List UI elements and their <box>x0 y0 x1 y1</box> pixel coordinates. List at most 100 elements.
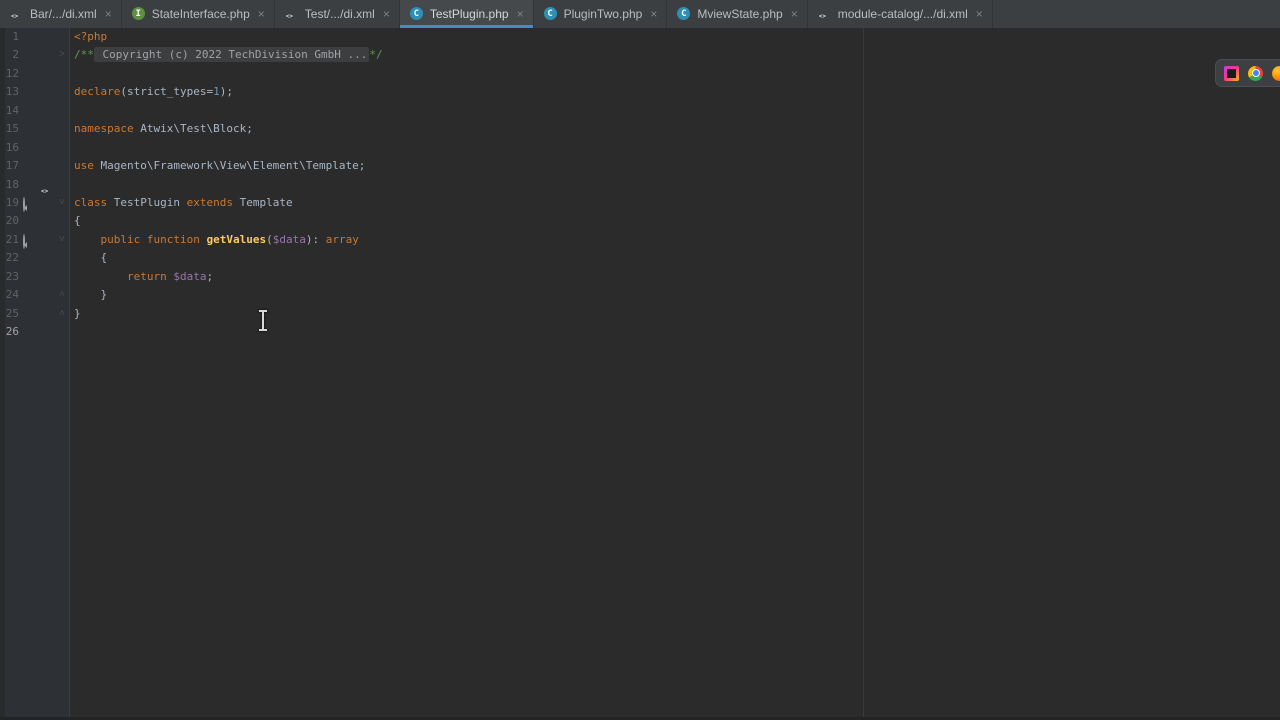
gutter-cell[interactable]: 2˃ <box>0 46 70 64</box>
gutter-cell[interactable]: 23 <box>0 268 70 286</box>
gutter-cell[interactable]: 17 <box>0 157 70 175</box>
gutter-cell[interactable]: 26 <box>0 323 70 341</box>
chrome-icon[interactable] <box>1248 66 1263 81</box>
tab-label: Bar/.../di.xml <box>30 7 97 21</box>
line-number: 13 <box>0 83 19 101</box>
code-line-26[interactable]: 26 <box>0 323 1280 341</box>
code-line-16[interactable]: 16 <box>0 139 1280 157</box>
tab-StateInterface.php[interactable]: I StateInterface.php × <box>122 0 275 28</box>
gutter-cell[interactable]: 1 <box>0 28 70 46</box>
tab-close-icon[interactable]: × <box>383 8 390 20</box>
tab-close-icon[interactable]: × <box>517 8 524 20</box>
code-text: namespace Atwix\Test\Block; <box>70 120 253 138</box>
tab-close-icon[interactable]: × <box>258 8 265 20</box>
gutter-cell[interactable]: 13 <box>0 83 70 101</box>
gutter-cell[interactable]: 18 <box>0 176 70 194</box>
override-marker-icon[interactable] <box>23 233 37 247</box>
tab-close-icon[interactable]: × <box>791 8 798 20</box>
code-line-12[interactable]: 12 <box>0 65 1280 83</box>
tab-module-catalog/.../di.xml[interactable]: module-catalog/.../di.xml× <box>808 0 993 28</box>
ide-window: Bar/.../di.xml×IStateInterface.php×Test/… <box>0 0 1280 720</box>
php-interface-icon: I <box>132 7 146 21</box>
tab-close-icon[interactable]: × <box>105 8 112 20</box>
code-text: use Magento\Framework\View\Element\Templ… <box>70 157 365 175</box>
code-line-15[interactable]: 15 namespace Atwix\Test\Block; <box>0 120 1280 138</box>
code-line-20[interactable]: 20{ <box>0 212 1280 230</box>
tab-close-icon[interactable]: × <box>976 8 983 20</box>
php-class-icon: C <box>410 7 424 21</box>
code-line-19[interactable]: 19˅class TestPlugin extends Template <box>0 194 1280 212</box>
code-line-22[interactable]: 22 { <box>0 249 1280 267</box>
code-text <box>70 323 74 341</box>
line-number: 22 <box>0 249 19 267</box>
gutter-cell[interactable]: 20 <box>0 212 70 230</box>
line-number: 1 <box>0 28 19 46</box>
tab-label: PluginTwo.php <box>564 7 643 21</box>
gutter-cell[interactable]: 22 <box>0 249 70 267</box>
code-text <box>70 139 74 157</box>
line-number: 23 <box>0 268 19 286</box>
gutter-cell[interactable]: 19˅ <box>0 194 70 212</box>
code-line-25[interactable]: 25˄} <box>0 305 1280 323</box>
tab-Bar/.../di.xml[interactable]: Bar/.../di.xml × <box>0 0 122 28</box>
gutter-cell[interactable]: 14 <box>0 102 70 120</box>
mouse-ibeam-cursor <box>257 310 269 331</box>
line-number: 17 <box>0 157 19 175</box>
gutter-cell[interactable]: 21˅ <box>0 231 70 249</box>
line-number: 20 <box>0 212 19 230</box>
override-marker-icon[interactable] <box>23 196 37 210</box>
xml-file-icon <box>818 7 832 21</box>
tab-PluginTwo.php[interactable]: C PluginTwo.php × <box>534 0 668 28</box>
open-in-browser-toolbar <box>1215 59 1280 87</box>
tab-label: TestPlugin.php <box>430 7 509 21</box>
code-text <box>70 65 74 83</box>
code-line-17[interactable]: 17 use Magento\Framework\View\Element\Tem… <box>0 157 1280 175</box>
line-number: 26 <box>0 323 19 341</box>
code-text: { <box>70 249 107 267</box>
code-text: return $data; <box>70 268 213 286</box>
code-line-14[interactable]: 14 <box>0 102 1280 120</box>
line-number: 12 <box>0 65 19 83</box>
line-number: 2 <box>0 46 19 64</box>
tab-label: Test/.../di.xml <box>305 7 375 21</box>
code-line-1[interactable]: 1 <?php <box>0 28 1280 46</box>
gutter-cell[interactable]: 16 <box>0 139 70 157</box>
gutter-cell[interactable]: 25 ˄ <box>0 305 70 323</box>
code-text: <?php <box>70 28 107 46</box>
code-editor[interactable]: 1<?php2˃/** Copyright (c) 2022 TechDivis… <box>0 28 1280 720</box>
tab-MviewState.php[interactable]: CMviewState.php× <box>667 0 807 28</box>
code-text: class TestPlugin extends Template <box>70 194 293 212</box>
gutter-cell[interactable]: 24˄ <box>0 286 70 304</box>
fold-marker-icon[interactable]: ˅ <box>56 231 68 249</box>
tab-Test/.../di.xml[interactable]: Test/.../di.xml × <box>275 0 400 28</box>
php-class-icon: C <box>677 7 691 21</box>
line-number: 18 <box>0 176 19 194</box>
code-line-23[interactable]: 23 return $data; <box>0 268 1280 286</box>
code-line-18[interactable]: 18 <box>0 176 1280 194</box>
line-number: 14 <box>0 102 19 120</box>
line-number: 15 <box>0 120 19 138</box>
firefox-icon[interactable] <box>1272 66 1280 81</box>
gutter-cell[interactable]: 12 <box>0 65 70 83</box>
code-line-21[interactable]: 21˅ public function getValues($data): ar… <box>0 231 1280 249</box>
fold-marker-icon[interactable]: ˄ <box>56 286 68 304</box>
tab-close-icon[interactable]: × <box>650 8 657 20</box>
code-text: declare(strict_types=1); <box>70 83 233 101</box>
code-line-24[interactable]: 24˄ } <box>0 286 1280 304</box>
line-number: 25 <box>0 305 19 323</box>
line-number: 16 <box>0 139 19 157</box>
code-line-2[interactable]: 2˃/** Copyright (c) 2022 TechDivision Gm… <box>0 46 1280 64</box>
php-class-icon: C <box>544 7 558 21</box>
phpstorm-icon[interactable] <box>1224 66 1239 81</box>
fold-marker-icon[interactable]: ˅ <box>56 194 68 212</box>
code-text: /** Copyright (c) 2022 TechDivision GmbH… <box>70 46 383 64</box>
code-text <box>70 176 74 194</box>
code-text: } <box>70 286 107 304</box>
fold-marker-icon[interactable]: ˄ <box>56 305 68 323</box>
tab-TestPlugin.php[interactable]: C TestPlugin.php × <box>400 0 534 28</box>
fold-marker-icon[interactable]: ˃ <box>56 46 68 64</box>
di-xml-marker-icon[interactable] <box>41 196 55 210</box>
tab-label: StateInterface.php <box>152 7 250 21</box>
gutter-cell[interactable]: 15 <box>0 120 70 138</box>
code-line-13[interactable]: 13 declare(strict_types=1); <box>0 83 1280 101</box>
